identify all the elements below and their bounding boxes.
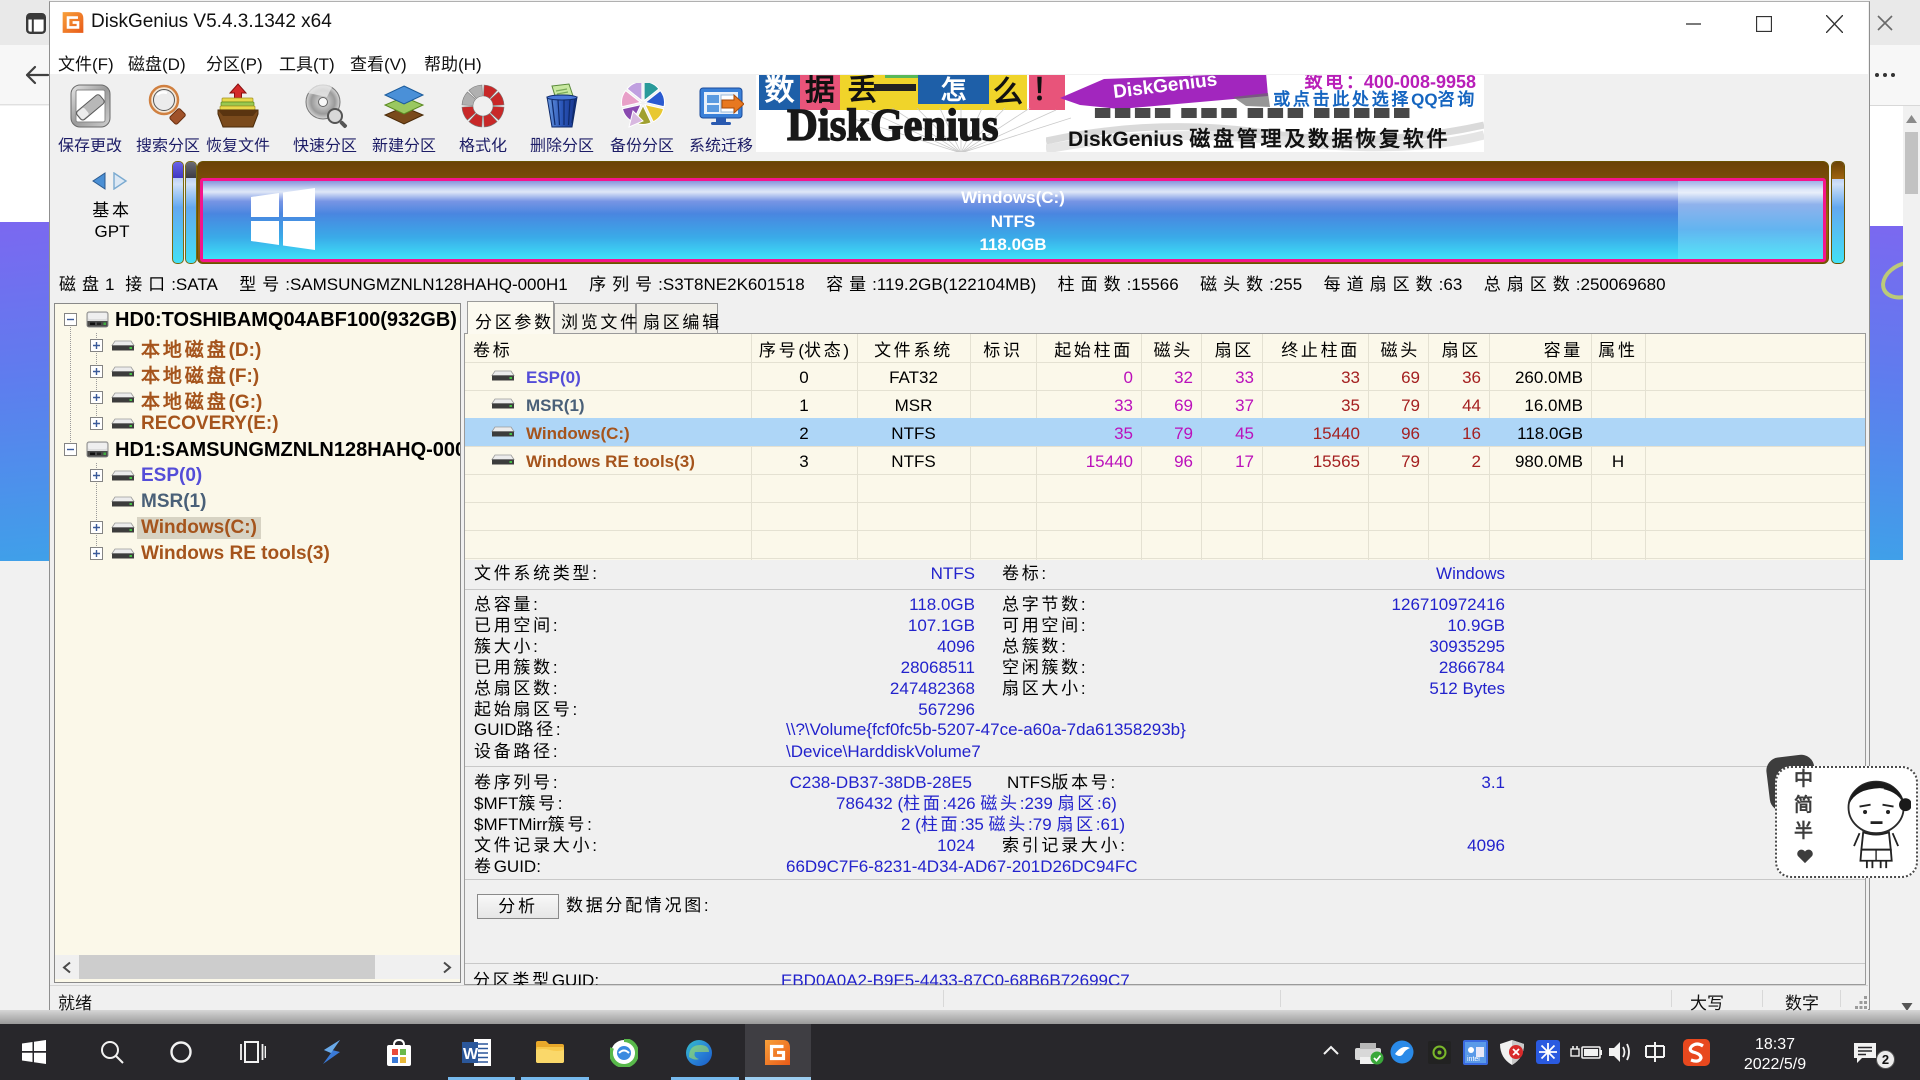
svg-text:W: W bbox=[463, 1046, 479, 1063]
svg-text:intel: intel bbox=[1467, 1056, 1480, 1063]
